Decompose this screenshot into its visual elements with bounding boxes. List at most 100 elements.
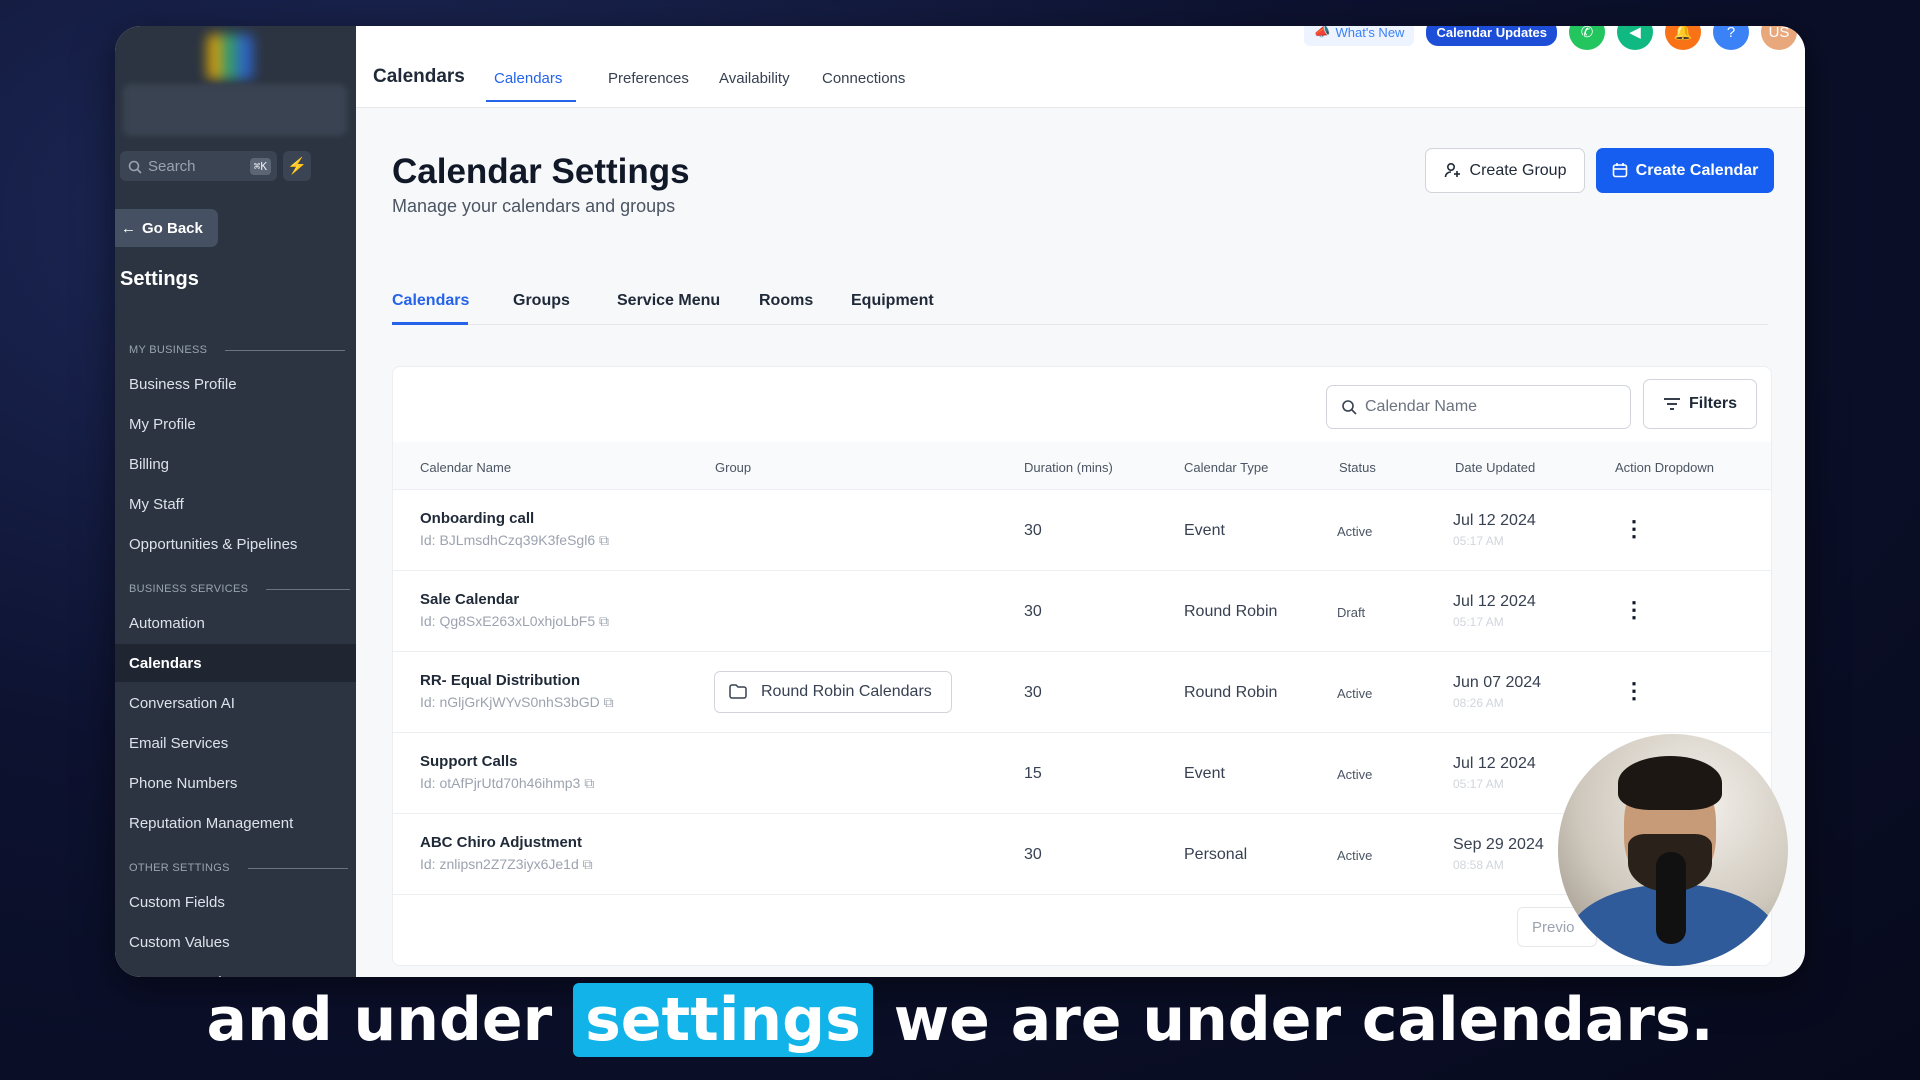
- bell-icon[interactable]: 🔔: [1665, 26, 1701, 50]
- sidebar-item-conversation-ai[interactable]: Conversation AI: [115, 684, 356, 722]
- copy-icon[interactable]: ⧉: [599, 532, 609, 548]
- subtab-rooms[interactable]: Rooms: [759, 292, 813, 310]
- calendar-id-text: Id: znlipsn2Z7Z3iyx6Je1d: [420, 856, 579, 872]
- search-icon: [1341, 398, 1357, 416]
- create-calendar-label: Create Calendar: [1635, 161, 1759, 179]
- time-updated: 05:17 AM: [1453, 777, 1504, 791]
- subtab-groups[interactable]: Groups: [513, 292, 570, 310]
- copy-icon[interactable]: ⧉: [599, 613, 609, 629]
- go-back-button[interactable]: ← Go Back: [115, 209, 218, 247]
- sidebar-item-business-profile[interactable]: Business Profile: [115, 365, 356, 403]
- col-date-updated[interactable]: Date Updated: [1455, 460, 1535, 475]
- tab-calendars[interactable]: Calendars: [494, 70, 562, 87]
- whats-new-button[interactable]: 📣 What's New: [1304, 26, 1415, 46]
- sidebar-item-custom-fields[interactable]: Custom Fields: [115, 883, 356, 921]
- announcement-icon[interactable]: ◀: [1617, 26, 1653, 50]
- sidebar-item-billing[interactable]: Billing: [115, 445, 356, 483]
- calendar-name[interactable]: ABC Chiro Adjustment: [420, 834, 582, 851]
- active-tab-indicator: [486, 100, 576, 102]
- sidebar-item-email-services[interactable]: Email Services: [115, 724, 356, 762]
- account-switcher[interactable]: [123, 84, 347, 136]
- folder-icon: [729, 683, 747, 701]
- create-calendar-button[interactable]: Create Calendar: [1596, 148, 1774, 193]
- time-updated: 05:17 AM: [1453, 534, 1504, 548]
- help-icon[interactable]: ?: [1713, 26, 1749, 50]
- subtab-service-menu[interactable]: Service Menu: [617, 292, 720, 310]
- calendar-type: Event: [1184, 765, 1225, 782]
- calendar-name[interactable]: Sale Calendar: [420, 591, 519, 608]
- date-updated: Jun 07 2024: [1453, 674, 1542, 691]
- table-row[interactable]: Sale Calendar Id: Qg8SxE263xL0xhjoLbF5 ⧉…: [393, 571, 1771, 652]
- duration: 30: [1024, 684, 1042, 701]
- top-nav: Calendars Calendars Preferences Availabi…: [356, 26, 1805, 108]
- more-vertical-icon[interactable]: ⋮: [1623, 597, 1645, 623]
- section-divider: [266, 588, 351, 590]
- status-badge: Active: [1337, 524, 1373, 539]
- subtab-calendars[interactable]: Calendars: [392, 292, 469, 310]
- group-badge[interactable]: Round Robin Calendars: [714, 671, 952, 713]
- sidebar-item-calendars[interactable]: Calendars: [115, 644, 356, 682]
- quick-action-bolt-icon[interactable]: ⚡: [283, 151, 311, 181]
- page-title: Calendar Settings: [392, 152, 690, 191]
- calendar-name-search[interactable]: Calendar Name: [1326, 385, 1631, 429]
- status-badge: Active: [1337, 767, 1373, 782]
- search-shortcut-badge: ⌘K: [249, 157, 271, 175]
- app-window: Search ⌘K ⚡ ← Go Back Settings MY BUSINE…: [115, 26, 1805, 977]
- calendar-type: Round Robin: [1184, 603, 1278, 620]
- table-row[interactable]: Onboarding call Id: BJLmsdhCzq39K3feSgl6…: [393, 490, 1771, 571]
- copy-icon[interactable]: ⧉: [604, 694, 614, 710]
- sidebar-item-custom-values[interactable]: Custom Values: [115, 923, 356, 961]
- sidebar-item-automation[interactable]: Automation: [115, 604, 356, 642]
- sidebar-item-opportunities[interactable]: Opportunities & Pipelines: [115, 525, 356, 563]
- sidebar-search-placeholder: Search: [148, 157, 196, 175]
- table-row[interactable]: Support Calls Id: otAfPjrUtd70h46ihmp3 ⧉…: [393, 733, 1771, 814]
- status-badge: Active: [1337, 686, 1373, 701]
- company-logo: [207, 34, 253, 80]
- duration: 30: [1024, 603, 1042, 620]
- sidebar-search[interactable]: Search ⌘K: [120, 151, 277, 181]
- col-action-dropdown: Action Dropdown: [1615, 460, 1714, 475]
- col-calendar-type[interactable]: Calendar Type: [1184, 460, 1268, 475]
- col-group[interactable]: Group: [715, 460, 751, 475]
- calendar-type: Event: [1184, 522, 1225, 539]
- more-vertical-icon[interactable]: ⋮: [1623, 678, 1645, 704]
- date-updated: Sep 29 2024: [1453, 836, 1544, 853]
- subtab-equipment[interactable]: Equipment: [851, 292, 934, 310]
- section-my-business: MY BUSINESS: [129, 344, 346, 356]
- section-label: OTHER SETTINGS: [129, 862, 230, 874]
- search-icon: [128, 158, 142, 175]
- calendar-name[interactable]: RR- Equal Distribution: [420, 672, 580, 689]
- sidebar-item-reputation[interactable]: Reputation Management: [115, 804, 356, 842]
- calendar-updates-button[interactable]: Calendar Updates: [1426, 26, 1557, 46]
- calendar-id: Id: nGljGrKjWYvS0nhS3bGD ⧉: [420, 694, 614, 711]
- tab-preferences[interactable]: Preferences: [608, 70, 689, 87]
- create-group-button[interactable]: Create Group: [1425, 148, 1585, 193]
- create-group-label: Create Group: [1469, 161, 1567, 179]
- more-vertical-icon[interactable]: ⋮: [1623, 516, 1645, 542]
- calendar-id: Id: Qg8SxE263xL0xhjoLbF5 ⧉: [420, 613, 609, 630]
- col-status[interactable]: Status: [1339, 460, 1376, 475]
- sidebar-item-phone-numbers[interactable]: Phone Numbers: [115, 764, 356, 802]
- sidebar-title: Settings: [120, 268, 199, 290]
- subtab-divider: [392, 324, 1768, 325]
- col-calendar-name[interactable]: Calendar Name: [420, 460, 511, 475]
- sidebar-item-my-staff[interactable]: My Staff: [115, 485, 356, 523]
- phone-icon[interactable]: ✆: [1569, 26, 1605, 50]
- table-header: Calendar Name Group Duration (mins) Cale…: [393, 442, 1771, 490]
- copy-icon[interactable]: ⧉: [584, 775, 594, 791]
- sidebar-item-my-profile[interactable]: My Profile: [115, 405, 356, 443]
- calendar-name[interactable]: Support Calls: [420, 753, 518, 770]
- filters-button[interactable]: Filters: [1643, 379, 1757, 429]
- table-row[interactable]: RR- Equal Distribution Id: nGljGrKjWYvS0…: [393, 652, 1771, 733]
- date-updated: Jul 12 2024: [1453, 755, 1536, 772]
- whats-new-label: What's New: [1335, 26, 1405, 40]
- sidebar-item-manage-scoring[interactable]: Manage Scoring: [115, 963, 356, 978]
- active-subtab-indicator: [392, 322, 468, 325]
- col-duration[interactable]: Duration (mins): [1024, 460, 1113, 475]
- avatar[interactable]: US: [1761, 26, 1797, 50]
- copy-icon[interactable]: ⧉: [583, 856, 593, 872]
- duration: 30: [1024, 846, 1042, 863]
- tab-connections[interactable]: Connections: [822, 70, 905, 87]
- calendar-name[interactable]: Onboarding call: [420, 510, 534, 527]
- tab-availability[interactable]: Availability: [719, 70, 790, 87]
